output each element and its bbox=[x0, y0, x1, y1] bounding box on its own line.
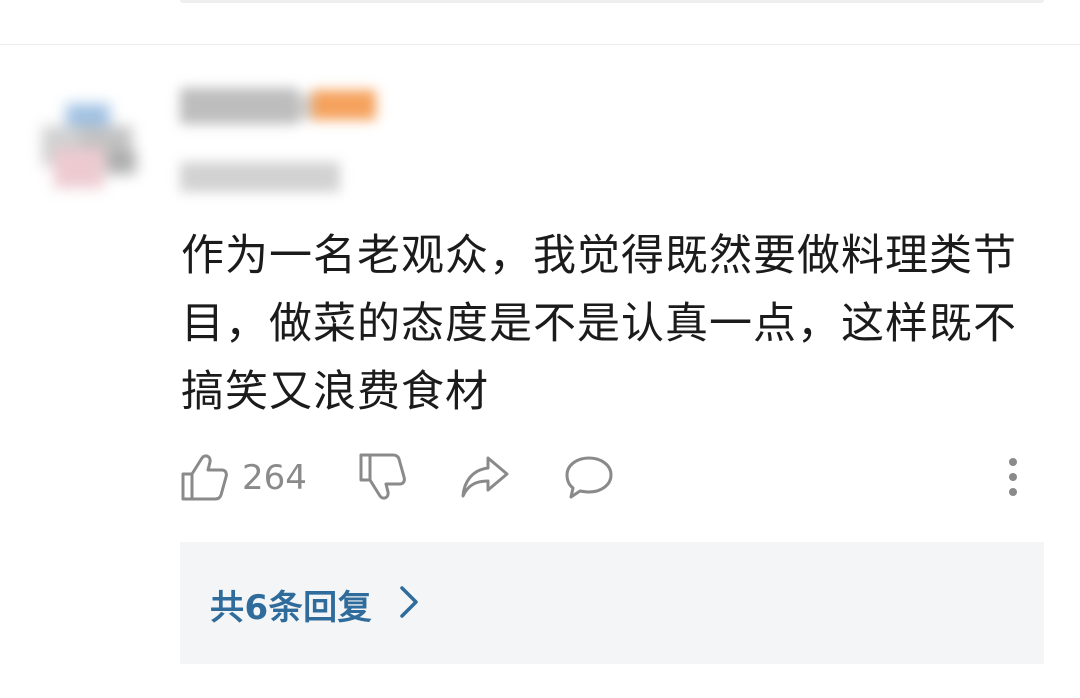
chevron-right-icon bbox=[398, 584, 420, 620]
like-count: 264 bbox=[242, 458, 307, 498]
divider bbox=[0, 44, 1080, 45]
thumbs-up-icon[interactable] bbox=[180, 452, 228, 502]
replies-count-label: 共6条回复 bbox=[210, 588, 373, 628]
comment-actions: 264 bbox=[180, 450, 1040, 506]
avatar[interactable] bbox=[36, 86, 144, 194]
comment-text: 作为一名老观众，我觉得既然要做料理类节目，做菜的态度是不是认真一点，这样既不搞笑… bbox=[181, 231, 1017, 417]
more-vertical-icon[interactable] bbox=[1002, 454, 1024, 500]
comment-page: 作为一名老观众，我觉得既然要做料理类节目，做菜的态度是不是认真一点，这样既不搞笑… bbox=[0, 0, 1080, 698]
share-icon[interactable] bbox=[460, 454, 510, 500]
user-info-blurred bbox=[180, 84, 400, 204]
thumbs-down-icon[interactable] bbox=[358, 452, 406, 502]
view-replies-button[interactable]: 共6条回复 bbox=[180, 542, 1044, 664]
previous-reply-box-edge bbox=[180, 0, 1044, 3]
comment-bubble-icon[interactable] bbox=[564, 454, 614, 500]
